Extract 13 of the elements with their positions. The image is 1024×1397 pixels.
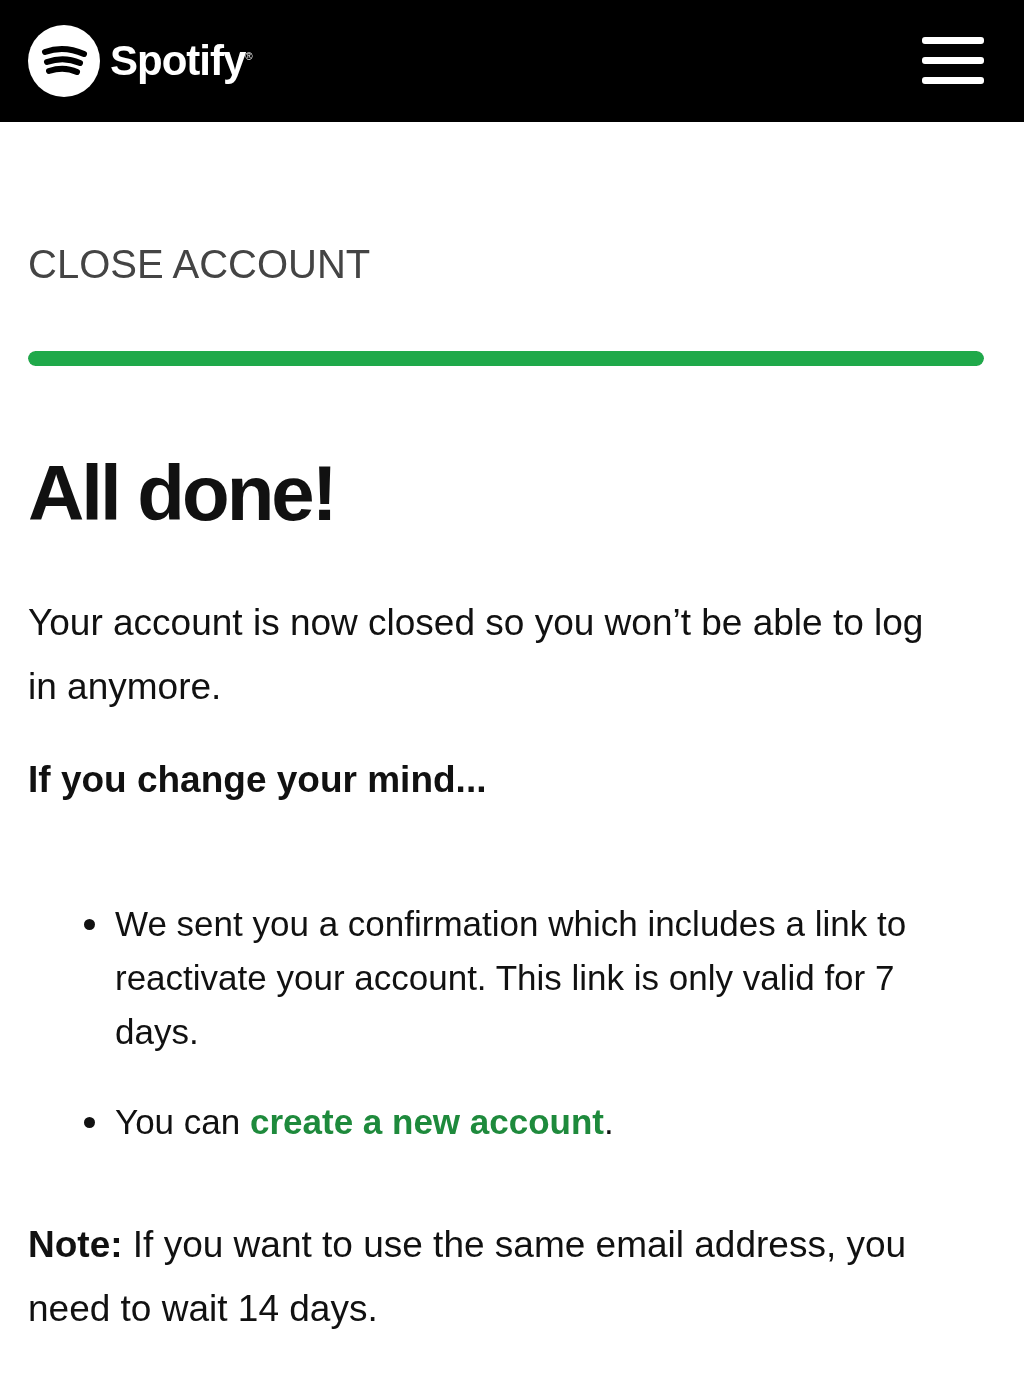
subheading: If you change your mind...: [28, 759, 488, 801]
menu-icon[interactable]: [922, 37, 984, 85]
heading: All done!: [28, 448, 336, 539]
bullet-text: You can create a new account.: [115, 1101, 614, 1143]
section-title: CLOSE ACCOUNT: [28, 242, 372, 287]
bullet-text: We sent you a confirmation which includes a link to reactivate your account. This link is only valid for 7 days.: [115, 903, 908, 1053]
logo-wordmark[interactable]: Spotify$^{®}$: [110, 37, 252, 85]
bullet-icon: [84, 1117, 95, 1128]
logo-icon: [28, 25, 100, 97]
message: Your account is now closed so you won’t be able to log in anymore.: [28, 601, 925, 709]
create-account-link[interactable]: create a new account: [249, 1102, 604, 1141]
note: Note: If you want to use the same email address, you need to wait 14 days.: [28, 1223, 908, 1331]
bullet-icon: [84, 919, 95, 930]
